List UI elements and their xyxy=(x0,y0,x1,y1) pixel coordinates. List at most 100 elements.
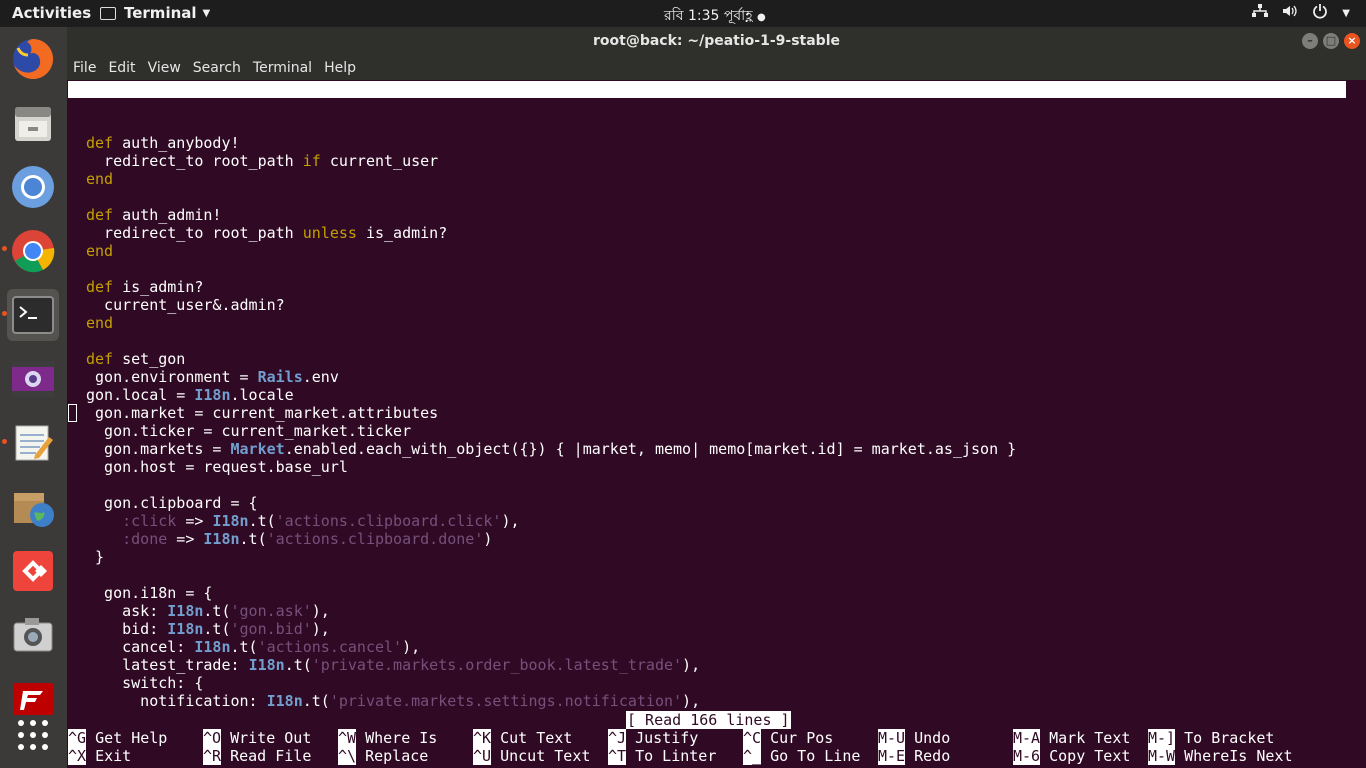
screenshot-icon[interactable] xyxy=(7,609,59,661)
anydesk-icon[interactable] xyxy=(7,545,59,597)
chromium-icon[interactable] xyxy=(7,161,59,213)
shortcut-item: ^J Justify xyxy=(608,729,698,747)
shortcut-key: M-] xyxy=(1148,729,1176,747)
shortcut-item: ^C Cur Pos xyxy=(743,729,833,747)
shortcut-item: ^R Read File xyxy=(203,747,311,765)
shortcut-item: ^U Uncut Text xyxy=(473,747,590,765)
code-line: notification: I18n.t('private.markets.se… xyxy=(86,692,701,710)
text-editor-icon[interactable] xyxy=(7,417,59,469)
code-line: gon.i18n = { xyxy=(86,584,213,602)
dock xyxy=(0,27,67,768)
activities-button[interactable]: Activities xyxy=(12,4,91,22)
shortcut-item: ^O Write Out xyxy=(203,729,311,747)
shortcut-item: ^T To Linter xyxy=(608,747,716,765)
shortcut-item: ^K Cut Text xyxy=(473,729,572,747)
code-line: gon.market = current_market.attributes xyxy=(86,404,439,422)
system-tray[interactable]: ▼ xyxy=(1252,3,1350,23)
shortcut-label: Cut Text xyxy=(491,729,573,747)
shortcut-label: Get Help xyxy=(86,729,168,747)
code-line: end xyxy=(86,170,114,188)
code-line: bid: I18n.t('gon.bid'), xyxy=(86,620,330,638)
code-line: def is_admin? xyxy=(86,278,204,296)
shortcut-item: ^W Where Is xyxy=(338,729,437,747)
shortcut-label: Undo xyxy=(905,729,951,747)
shortcut-key: ^W xyxy=(338,729,357,747)
shortcut-key: ^O xyxy=(203,729,222,747)
power-icon xyxy=(1312,3,1328,23)
nano-status-message: [ Read 166 lines ] xyxy=(626,711,791,729)
menu-file[interactable]: File xyxy=(67,56,102,80)
files-icon[interactable] xyxy=(7,97,59,149)
window-titlebar[interactable]: root@back: ~/peatio-1-9-stable – □ × xyxy=(67,27,1366,56)
shortcut-label: Where Is xyxy=(356,729,438,747)
shortcut-label: Write Out xyxy=(221,729,312,747)
menu-search[interactable]: Search xyxy=(187,56,247,80)
code-line: gon.markets = Market.enabled.each_with_o… xyxy=(86,440,1017,458)
shortcut-item: ^G Get Help xyxy=(68,729,167,747)
shortcut-label: Mark Text xyxy=(1040,729,1131,747)
chevron-down-icon: ▼ xyxy=(202,7,211,19)
network-icon xyxy=(1252,4,1269,22)
app-menu[interactable]: Terminal ▼ xyxy=(100,4,210,22)
code-line: switch: { xyxy=(86,674,204,692)
code-line: def set_gon xyxy=(86,350,186,368)
minimize-icon[interactable]: – xyxy=(1302,33,1318,49)
shortcut-key: ^T xyxy=(608,747,627,765)
shortcut-label: Uncut Text xyxy=(491,747,591,765)
shortcut-key: M-U xyxy=(878,729,906,747)
app-menu-label: Terminal xyxy=(124,4,197,22)
code-line: :click => I18n.t('actions.clipboard.clic… xyxy=(122,512,520,530)
code-line: current_user&.admin? xyxy=(86,296,285,314)
top-bar: Activities Terminal ▼ রবি 1:35 পূর্বাহ্ণ… xyxy=(0,0,1366,27)
shortcut-key: ^U xyxy=(473,747,492,765)
clock[interactable]: রবি 1:35 পূর্বাহ্ণ ● xyxy=(664,4,766,28)
code-line: gon.clipboard = { xyxy=(86,494,258,512)
maximize-icon[interactable]: □ xyxy=(1323,33,1339,49)
shortcut-item: ^\ Replace xyxy=(338,747,428,765)
chrome-icon[interactable] xyxy=(7,225,59,277)
video-editor-icon[interactable] xyxy=(7,353,59,405)
shortcut-label: Justify xyxy=(626,729,699,747)
firefox-icon[interactable] xyxy=(7,33,59,85)
code-line: ask: I18n.t('gon.ask'), xyxy=(86,602,330,620)
shortcut-label: To Linter xyxy=(626,747,717,765)
shortcut-key: ^J xyxy=(608,729,627,747)
code-line: gon.ticker = current_market.ticker xyxy=(86,422,412,440)
menu-edit[interactable]: Edit xyxy=(102,56,141,80)
shortcut-item: M-W WhereIs Next xyxy=(1148,747,1293,765)
software-icon[interactable] xyxy=(7,481,59,533)
shortcut-label: WhereIs Next xyxy=(1175,747,1293,765)
shortcut-key: M-A xyxy=(1013,729,1041,747)
shortcut-key: ^R xyxy=(203,747,222,765)
shortcut-key: M-E xyxy=(878,747,906,765)
shortcut-label: To Bracket xyxy=(1175,729,1275,747)
shortcut-key: ^_ xyxy=(743,747,762,765)
code-line: redirect_to root_path if current_user xyxy=(86,152,439,170)
shortcut-item: M-E Redo xyxy=(878,747,950,765)
show-apps-icon[interactable] xyxy=(7,709,59,761)
terminal-icon[interactable] xyxy=(7,289,59,341)
shortcut-key: ^X xyxy=(68,747,87,765)
menu-bar: File Edit View Search Terminal Help xyxy=(67,56,1366,80)
shortcut-label: Cur Pos xyxy=(761,729,834,747)
shortcut-item: M-] To Bracket xyxy=(1148,729,1274,747)
shortcut-label: Go To Line xyxy=(761,747,861,765)
shortcut-item: M-U Undo xyxy=(878,729,950,747)
menu-view[interactable]: View xyxy=(142,56,187,80)
code-line: :done => I18n.t('actions.clipboard.done'… xyxy=(122,530,493,548)
menu-help[interactable]: Help xyxy=(318,56,362,80)
shortcut-key: ^G xyxy=(68,729,87,747)
shortcut-key: ^C xyxy=(743,729,762,747)
shortcut-label: Replace xyxy=(356,747,429,765)
terminal-area[interactable]: GNU nano 2.9.3 app/controllers/applicati… xyxy=(67,80,1366,768)
shortcut-label: Copy Text xyxy=(1040,747,1131,765)
chevron-down-icon: ▼ xyxy=(1342,7,1350,19)
close-icon[interactable]: × xyxy=(1344,33,1360,49)
code-line: end xyxy=(86,314,114,332)
code-line: redirect_to root_path unless is_admin? xyxy=(86,224,448,242)
terminal-small-icon xyxy=(100,6,116,20)
menu-terminal[interactable]: Terminal xyxy=(247,56,318,80)
shortcut-key: ^K xyxy=(473,729,492,747)
shortcut-item: ^X Exit xyxy=(68,747,131,765)
code-line: def auth_admin! xyxy=(86,206,222,224)
